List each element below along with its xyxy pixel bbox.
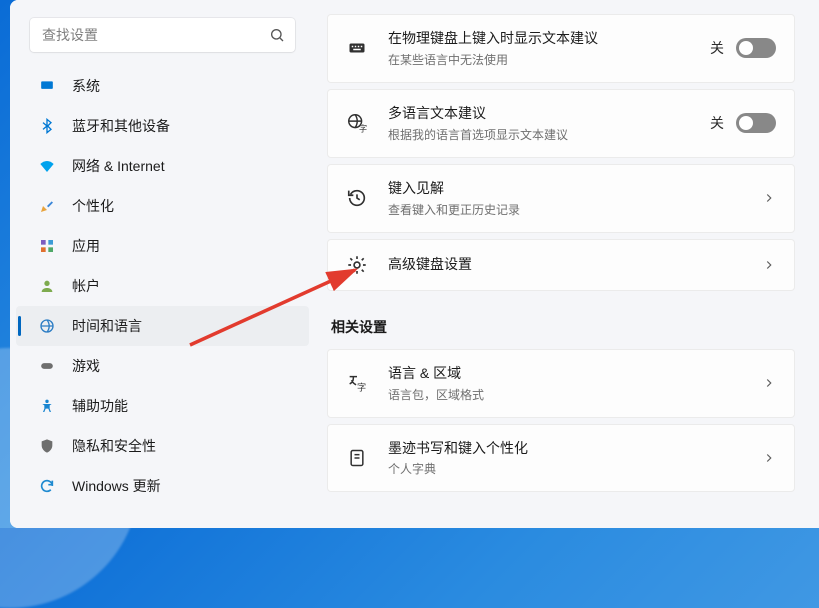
card-multilang-suggestions[interactable]: 字 多语言文本建议 根据我的语言首选项显示文本建议 关 [327,89,795,158]
chevron-right-icon [762,258,776,272]
card-subtitle: 根据我的语言首选项显示文本建议 [388,126,710,143]
sidebar-item-network[interactable]: 网络 & Internet [16,146,309,186]
card-physical-keyboard-suggestions[interactable]: 在物理键盘上键入时显示文本建议 在某些语言中无法使用 关 [327,14,795,83]
update-icon [38,477,56,495]
card-subtitle: 语言包，区域格式 [388,386,762,403]
sidebar-item-apps[interactable]: 应用 [16,226,309,266]
card-subtitle: 个人字典 [388,460,762,477]
toggle-state-label: 关 [710,113,724,133]
sidebar-item-label: 应用 [72,236,100,256]
search-input[interactable] [30,18,295,52]
sidebar-item-label: 辅助功能 [72,396,128,416]
sidebar-item-personalize[interactable]: 个性化 [16,186,309,226]
system-icon [38,77,56,95]
account-icon [38,277,56,295]
chevron-right-icon [762,451,776,465]
card-subtitle: 在某些语言中无法使用 [388,51,710,68]
privacy-icon [38,437,56,455]
sidebar-item-label: 系统 [72,76,100,96]
keyboard-icon [346,37,368,59]
sidebar-item-account[interactable]: 帐户 [16,266,309,306]
history-icon [346,187,368,209]
svg-text:字: 字 [359,124,367,134]
chevron-right-icon [762,191,776,205]
bluetooth-icon [38,117,56,135]
sidebar-item-windows-update[interactable]: Windows 更新 [16,466,309,506]
card-typing-insights[interactable]: 键入见解 查看键入和更正历史记录 [327,164,795,233]
card-title: 键入见解 [388,179,762,198]
language-region-icon: 字 [346,372,368,394]
toggle-switch[interactable] [736,113,776,133]
card-inking-typing[interactable]: 墨迹书写和键入个性化 个人字典 [327,424,795,493]
sidebar-item-label: 帐户 [72,276,100,296]
main-content: 在物理键盘上键入时显示文本建议 在某些语言中无法使用 关 字 多语言文本建议 根… [315,0,819,528]
search-wrap [30,18,295,52]
search-icon [269,27,285,43]
toggle-state-label: 关 [710,38,724,58]
card-title: 墨迹书写和键入个性化 [388,439,762,458]
gaming-icon [38,357,56,375]
card-title: 在物理键盘上键入时显示文本建议 [388,29,710,48]
nav-list: 系统 蓝牙和其他设备 网络 & Internet 个性化 [10,66,315,506]
personalize-icon [38,197,56,215]
toggle-switch[interactable] [736,38,776,58]
card-title: 语言 & 区域 [388,364,762,383]
card-language-region[interactable]: 字 语言 & 区域 语言包，区域格式 [327,349,795,418]
related-settings-heading: 相关设置 [331,317,791,337]
card-title: 高级键盘设置 [388,255,762,274]
sidebar-item-time-language[interactable]: 时间和语言 [16,306,309,346]
network-icon [38,157,56,175]
sidebar-item-privacy[interactable]: 隐私和安全性 [16,426,309,466]
card-advanced-keyboard[interactable]: 高级键盘设置 [327,239,795,291]
sidebar-item-label: 蓝牙和其他设备 [72,116,170,136]
sidebar-item-label: 游戏 [72,356,100,376]
gear-icon [346,254,368,276]
sidebar-item-label: 网络 & Internet [72,156,165,176]
sidebar: 系统 蓝牙和其他设备 网络 & Internet 个性化 [10,0,315,528]
chevron-right-icon [762,376,776,390]
accessibility-icon [38,397,56,415]
sidebar-item-label: 隐私和安全性 [72,436,156,456]
time-language-icon [38,317,56,335]
card-title: 多语言文本建议 [388,104,710,123]
apps-icon [38,237,56,255]
sidebar-item-gaming[interactable]: 游戏 [16,346,309,386]
sidebar-item-label: Windows 更新 [72,476,161,496]
sidebar-item-label: 个性化 [72,196,114,216]
sidebar-item-label: 时间和语言 [72,316,142,336]
svg-text:字: 字 [357,381,366,392]
sidebar-item-system[interactable]: 系统 [16,66,309,106]
sidebar-item-bluetooth[interactable]: 蓝牙和其他设备 [16,106,309,146]
card-subtitle: 查看键入和更正历史记录 [388,201,762,218]
sidebar-item-accessibility[interactable]: 辅助功能 [16,386,309,426]
globe-language-icon: 字 [346,112,368,134]
dictionary-icon [346,447,368,469]
